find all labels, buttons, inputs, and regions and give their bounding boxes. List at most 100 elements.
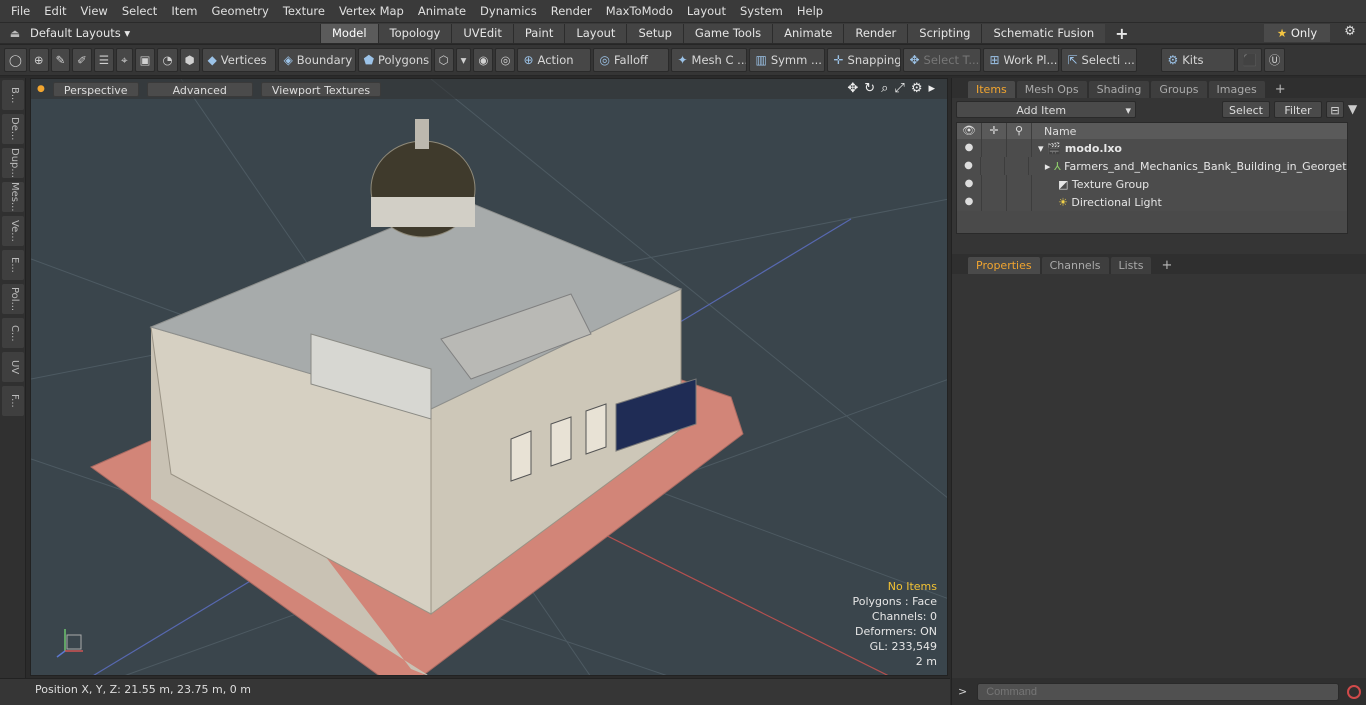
menu-item[interactable]: Item [164,0,204,22]
menu-animate[interactable]: Animate [411,0,473,22]
tab-render[interactable]: Render [843,23,908,43]
pan-icon[interactable]: ✥ [847,81,858,96]
mesh-constraint-button[interactable]: ✦ Mesh C ... [671,48,748,72]
menu-help[interactable]: Help [790,0,830,22]
symmetry-b-icon[interactable]: ◎ [495,48,516,72]
layout-dropdown[interactable]: Default Layouts ▾ [30,26,320,40]
expand-arrow-icon[interactable]: ▾ [1038,142,1044,155]
dropdown-arrow-icon[interactable]: ▾ [455,48,472,72]
eye-icon[interactable]: ● [957,193,982,211]
funnel-icon[interactable]: ▼ [1348,102,1357,116]
eye-icon[interactable]: ● [957,157,981,175]
list-item[interactable]: ● ▸ ⅄ Farmers_and_Mechanics_Bank_Buildin… [957,157,1347,175]
tab-channels[interactable]: Channels [1041,257,1109,274]
type-column-icon[interactable]: ⚲ [1007,123,1032,139]
material-icon[interactable]: ⬡ [433,48,454,72]
list-item[interactable]: ● ▾ 🎬 modo.lxo [957,139,1347,157]
left-tab-deform[interactable]: De... [2,114,24,144]
viewport-menu-arrow-icon[interactable]: ▸ [928,81,935,96]
add-props-tab-icon[interactable]: + [1153,257,1180,274]
tab-groups[interactable]: Groups [1151,81,1207,98]
maximize-icon[interactable]: ⤢ [894,81,904,96]
unreal-icon[interactable]: Ⓤ [1263,48,1286,72]
only-toggle[interactable]: ★ Only [1264,24,1330,42]
advanced-dropdown[interactable]: Advanced [146,81,253,97]
menu-system[interactable]: System [733,0,790,22]
left-tab-polygon[interactable]: Pol... [2,284,24,314]
left-tab-fusion[interactable]: F... [2,386,24,416]
menu-file[interactable]: File [4,0,37,22]
snapping-button[interactable]: ✛ Snapping [827,48,902,72]
menu-render[interactable]: Render [544,0,599,22]
left-tab-duplicate[interactable]: Dup... [2,148,24,178]
menu-vertex-map[interactable]: Vertex Map [332,0,411,22]
visibility-column-icon[interactable]: 👁 [957,123,982,139]
tab-mesh-ops[interactable]: Mesh Ops [1016,81,1087,98]
menu-texture[interactable]: Texture [276,0,332,22]
tab-model[interactable]: Model [320,23,378,43]
tab-paint[interactable]: Paint [512,23,565,43]
symmetry-a-icon[interactable]: ◉ [473,48,494,72]
expand-arrow-icon[interactable]: ▸ [1045,160,1051,173]
filter-button[interactable]: Filter [1274,100,1322,118]
command-input[interactable] [977,682,1340,701]
list-item[interactable]: ● ☀ Directional Light [957,193,1347,211]
left-tab-edge[interactable]: E... [2,250,24,280]
perspective-dropdown[interactable]: Perspective [52,81,139,97]
select-through-button[interactable]: ✥ Select T... [903,48,982,72]
left-tab-basic[interactable]: B... [2,80,24,110]
tab-items[interactable]: Items [968,81,1015,98]
tab-setup[interactable]: Setup [626,23,683,43]
left-tab-vertex[interactable]: Ve... [2,216,24,246]
tab-topology[interactable]: Topology [377,23,452,43]
menu-geometry[interactable]: Geometry [205,0,276,22]
symmetry-button[interactable]: ▥ Symm ... [749,48,826,72]
sphere-icon[interactable]: ◔ [157,48,178,72]
add-tab-icon[interactable]: + [1105,24,1138,43]
work-plane-button[interactable]: ⊞ Work Pl... [983,48,1060,72]
add-panel-tab-icon[interactable]: + [1267,81,1294,98]
eye-icon[interactable]: ● [957,139,982,157]
viewport-gear-icon[interactable]: ⚙ [911,81,923,96]
record-icon[interactable] [1347,684,1362,699]
tab-properties[interactable]: Properties [968,257,1040,274]
menu-dynamics[interactable]: Dynamics [473,0,544,22]
menu-maxtomodo[interactable]: MaxToModo [599,0,680,22]
tab-images[interactable]: Images [1208,81,1265,98]
boundary-button[interactable]: ◈ Boundary [277,48,356,72]
list-item[interactable]: ● ◩ Texture Group [957,175,1347,193]
polygons-button[interactable]: ⬟ Polygons [357,48,432,72]
3d-viewport[interactable]: ● Perspective Advanced Viewport Textures… [30,78,948,676]
layout-menu-icon[interactable]: ⏏ [0,27,30,40]
left-tab-uv[interactable]: UV [2,352,24,382]
viewport-textures-dropdown[interactable]: Viewport Textures [260,81,382,97]
box-icon[interactable]: ▣ [134,48,156,72]
falloff-button[interactable]: ◎ Falloff [593,48,670,72]
collapse-icon[interactable]: ⊟ [1326,100,1344,118]
tab-game-tools[interactable]: Game Tools [682,23,773,43]
tab-layout[interactable]: Layout [564,23,627,43]
selection-button[interactable]: ⇱ Selecti ... [1061,48,1138,72]
select-button[interactable]: Select [1222,100,1270,118]
menu-edit[interactable]: Edit [37,0,73,22]
align-icon[interactable]: ☰ [93,48,115,72]
gear-icon[interactable]: ⚙ [1340,24,1360,39]
brush-icon[interactable]: ✐ [72,48,92,72]
left-tab-mesh[interactable]: Mes... [2,182,24,212]
kits-button[interactable]: ⚙ Kits [1161,48,1236,72]
tab-shading[interactable]: Shading [1088,81,1150,98]
tab-lists[interactable]: Lists [1110,257,1152,274]
menu-select[interactable]: Select [115,0,164,22]
tab-scripting[interactable]: Scripting [907,23,982,43]
name-column-header[interactable]: Name [1032,125,1076,138]
action-button[interactable]: ⊕ Action [517,48,592,72]
left-tab-curve[interactable]: C... [2,318,24,348]
tab-schematic-fusion[interactable]: Schematic Fusion [981,23,1106,43]
menu-layout[interactable]: Layout [680,0,733,22]
zoom-icon[interactable]: ⌕ [881,81,888,96]
cube-icon[interactable]: ⬛ [1237,48,1262,72]
lock-column-icon[interactable]: ✛ [982,123,1007,139]
pen-icon[interactable]: ✎ [50,48,71,72]
tab-animate[interactable]: Animate [772,23,844,43]
globe-icon[interactable]: ⊕ [28,48,49,72]
